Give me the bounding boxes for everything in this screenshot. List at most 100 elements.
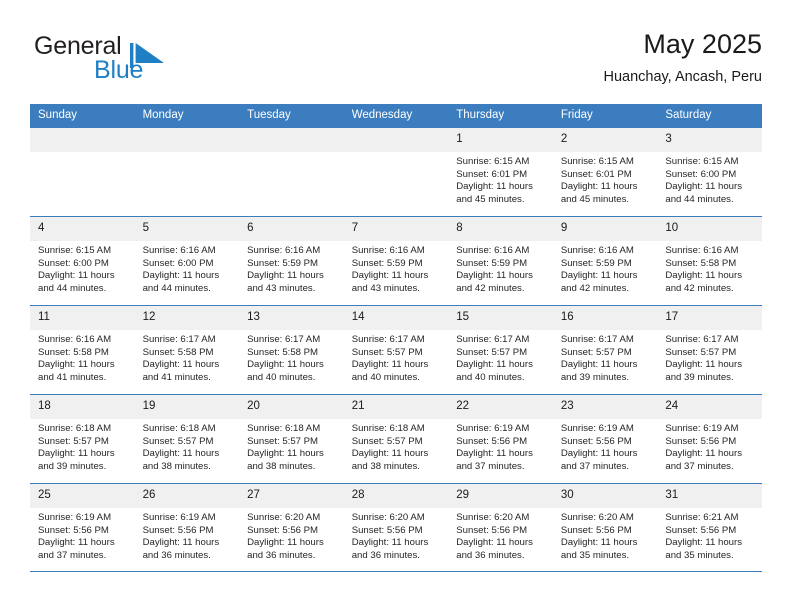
day-details: Sunrise: 6:16 AM Sunset: 5:59 PM Daylight:… bbox=[553, 241, 658, 295]
daylight-text-line1: Daylight: 11 hours bbox=[456, 181, 533, 193]
day-details: Sunrise: 6:16 AM Sunset: 5:59 PM Daylight:… bbox=[448, 241, 553, 295]
calendar-day-cell[interactable]: 27 Sunrise: 6:20 AM Sunset: 5:56 PM Dayligh… bbox=[239, 483, 344, 572]
sunset-text: Sunset: 5:56 PM bbox=[560, 435, 632, 447]
sunset-text: Sunset: 5:59 PM bbox=[560, 257, 632, 269]
daylight-text-line1: Daylight: 11 hours bbox=[665, 537, 742, 549]
sunset-text: Sunset: 5:56 PM bbox=[665, 435, 737, 447]
brand-logo[interactable]: General Blue bbox=[34, 32, 234, 94]
sunset-text: Sunset: 5:56 PM bbox=[142, 524, 214, 536]
daylight-text-line1: Daylight: 11 hours bbox=[351, 270, 429, 282]
calendar-week-row: 4 Sunrise: 6:15 AM Sunset: 6:00 PM Daylight… bbox=[30, 216, 762, 306]
day-number: 5 bbox=[134, 217, 240, 241]
calendar-day-cell[interactable]: 25 Sunrise: 6:19 AM Sunset: 5:56 PM Dayligh… bbox=[30, 483, 135, 572]
calendar-day-cell[interactable]: 30 Sunrise: 6:20 AM Sunset: 5:56 PM Dayligh… bbox=[552, 483, 658, 572]
calendar-week-row: 11 Sunrise: 6:16 AM Sunset: 5:58 PM Dayligh… bbox=[30, 305, 762, 395]
calendar-week-row: 25 Sunrise: 6:19 AM Sunset: 5:56 PM Dayligh… bbox=[30, 483, 762, 572]
calendar-day-cell[interactable]: 19 Sunrise: 6:18 AM Sunset: 5:57 PM Dayligh… bbox=[134, 394, 240, 484]
day-number: 17 bbox=[657, 306, 762, 330]
daylight-text-line1: Daylight: 11 hours bbox=[351, 359, 429, 371]
calendar-day-cell[interactable]: 6 Sunrise: 6:16 AM Sunset: 5:59 PM Daylight… bbox=[239, 216, 344, 306]
sunset-text: Sunset: 5:58 PM bbox=[665, 257, 737, 269]
calendar-day-cell[interactable]: 7 Sunrise: 6:16 AM Sunset: 5:59 PM Daylight… bbox=[343, 216, 449, 306]
day-details: Sunrise: 6:15 AM Sunset: 6:00 PM Daylight:… bbox=[657, 152, 762, 206]
calendar-day-cell[interactable]: 29 Sunrise: 6:20 AM Sunset: 5:56 PM Dayligh… bbox=[448, 483, 553, 572]
calendar-day-cell[interactable]: 28 Sunrise: 6:20 AM Sunset: 5:56 PM Dayligh… bbox=[343, 483, 449, 572]
sunset-text: Sunset: 5:58 PM bbox=[247, 346, 319, 358]
daylight-text-line2: and 41 minutes. bbox=[38, 371, 107, 383]
day-details: Sunrise: 6:15 AM Sunset: 6:00 PM Daylight:… bbox=[30, 241, 135, 295]
daylight-text-line1: Daylight: 11 hours bbox=[560, 181, 638, 193]
sunrise-text: Sunrise: 6:18 AM bbox=[247, 423, 321, 434]
calendar-day-cell[interactable] bbox=[134, 127, 240, 217]
calendar-day-cell[interactable]: 15 Sunrise: 6:17 AM Sunset: 5:57 PM Dayligh… bbox=[448, 305, 553, 395]
calendar-day-cell[interactable]: 14 Sunrise: 6:17 AM Sunset: 5:57 PM Dayligh… bbox=[343, 305, 449, 395]
calendar-day-cell[interactable]: 24 Sunrise: 6:19 AM Sunset: 5:56 PM Dayligh… bbox=[657, 394, 762, 484]
sunset-text: Sunset: 5:57 PM bbox=[351, 346, 423, 358]
day-number: 18 bbox=[30, 395, 135, 419]
daylight-text-line2: and 37 minutes. bbox=[665, 460, 734, 472]
daylight-text-line2: and 44 minutes. bbox=[38, 282, 107, 294]
calendar-day-cell[interactable]: 8 Sunrise: 6:16 AM Sunset: 5:59 PM Daylight… bbox=[448, 216, 553, 306]
weekday-header-friday: Friday bbox=[552, 104, 658, 128]
day-number: 20 bbox=[239, 395, 344, 419]
daylight-text-line2: and 42 minutes. bbox=[665, 282, 734, 294]
calendar-day-cell[interactable]: 31 Sunrise: 6:21 AM Sunset: 5:56 PM Dayligh… bbox=[657, 483, 762, 572]
sunset-text: Sunset: 6:00 PM bbox=[665, 168, 737, 180]
daylight-text-line2: and 37 minutes. bbox=[456, 460, 525, 472]
calendar-week-row: 18 Sunrise: 6:18 AM Sunset: 5:57 PM Dayligh… bbox=[30, 394, 762, 484]
daylight-text-line1: Daylight: 11 hours bbox=[351, 537, 429, 549]
calendar-day-cell[interactable] bbox=[30, 127, 135, 217]
day-number: 19 bbox=[134, 395, 240, 419]
sunset-text: Sunset: 5:58 PM bbox=[38, 346, 109, 358]
calendar-day-cell[interactable]: 17 Sunrise: 6:17 AM Sunset: 5:57 PM Dayligh… bbox=[657, 305, 762, 395]
calendar-day-cell[interactable]: 20 Sunrise: 6:18 AM Sunset: 5:57 PM Dayligh… bbox=[239, 394, 344, 484]
day-number bbox=[30, 128, 135, 152]
daylight-text-line1: Daylight: 11 hours bbox=[247, 270, 324, 282]
sunset-text: Sunset: 5:57 PM bbox=[247, 435, 319, 447]
calendar-day-cell[interactable]: 2 Sunrise: 6:15 AM Sunset: 6:01 PM Daylight… bbox=[552, 127, 658, 217]
calendar-day-cell[interactable]: 5 Sunrise: 6:16 AM Sunset: 6:00 PM Daylight… bbox=[134, 216, 240, 306]
calendar-day-cell[interactable]: 4 Sunrise: 6:15 AM Sunset: 6:00 PM Daylight… bbox=[30, 216, 135, 306]
calendar-day-cell[interactable] bbox=[239, 127, 344, 217]
sunrise-text: Sunrise: 6:16 AM bbox=[38, 334, 112, 345]
daylight-text-line2: and 38 minutes. bbox=[247, 460, 316, 472]
calendar-body: 1 Sunrise: 6:15 AM Sunset: 6:01 PM Daylight… bbox=[30, 127, 762, 572]
calendar-day-cell[interactable]: 11 Sunrise: 6:16 AM Sunset: 5:58 PM Dayligh… bbox=[30, 305, 135, 395]
calendar-day-cell[interactable] bbox=[343, 127, 449, 217]
day-number: 12 bbox=[134, 306, 240, 330]
day-number: 13 bbox=[239, 306, 344, 330]
daylight-text-line1: Daylight: 11 hours bbox=[38, 537, 115, 549]
weekday-header-sunday: Sunday bbox=[30, 104, 135, 128]
sunset-text: Sunset: 5:57 PM bbox=[665, 346, 737, 358]
day-number: 10 bbox=[657, 217, 762, 241]
calendar-day-cell[interactable]: 10 Sunrise: 6:16 AM Sunset: 5:58 PM Dayligh… bbox=[657, 216, 762, 306]
daylight-text-line1: Daylight: 11 hours bbox=[560, 537, 638, 549]
calendar-day-cell[interactable]: 12 Sunrise: 6:17 AM Sunset: 5:58 PM Dayligh… bbox=[134, 305, 240, 395]
day-details: Sunrise: 6:21 AM Sunset: 5:56 PM Daylight:… bbox=[657, 508, 762, 562]
day-details: Sunrise: 6:18 AM Sunset: 5:57 PM Daylight:… bbox=[30, 419, 135, 473]
calendar-day-cell[interactable]: 18 Sunrise: 6:18 AM Sunset: 5:57 PM Dayligh… bbox=[30, 394, 135, 484]
sunrise-text: Sunrise: 6:15 AM bbox=[456, 156, 530, 167]
day-number: 14 bbox=[343, 306, 449, 330]
daylight-text-line1: Daylight: 11 hours bbox=[456, 359, 533, 371]
calendar-day-cell[interactable]: 16 Sunrise: 6:17 AM Sunset: 5:57 PM Dayligh… bbox=[552, 305, 658, 395]
calendar-day-cell[interactable]: 9 Sunrise: 6:16 AM Sunset: 5:59 PM Daylight… bbox=[552, 216, 658, 306]
calendar-day-cell[interactable]: 1 Sunrise: 6:15 AM Sunset: 6:01 PM Daylight… bbox=[448, 127, 553, 217]
day-number: 7 bbox=[343, 217, 449, 241]
calendar-day-cell[interactable]: 23 Sunrise: 6:19 AM Sunset: 5:56 PM Dayligh… bbox=[552, 394, 658, 484]
daylight-text-line2: and 37 minutes. bbox=[38, 549, 107, 561]
daylight-text-line2: and 40 minutes. bbox=[351, 371, 420, 383]
sunrise-text: Sunrise: 6:19 AM bbox=[142, 512, 216, 523]
weekday-header-saturday: Saturday bbox=[657, 104, 762, 128]
calendar-day-cell[interactable]: 3 Sunrise: 6:15 AM Sunset: 6:00 PM Daylight… bbox=[657, 127, 762, 217]
sunset-text: Sunset: 5:56 PM bbox=[560, 524, 632, 536]
calendar-day-cell[interactable]: 21 Sunrise: 6:18 AM Sunset: 5:57 PM Dayligh… bbox=[343, 394, 449, 484]
calendar-day-cell[interactable]: 13 Sunrise: 6:17 AM Sunset: 5:58 PM Dayligh… bbox=[239, 305, 344, 395]
calendar-day-cell[interactable]: 22 Sunrise: 6:19 AM Sunset: 5:56 PM Dayligh… bbox=[448, 394, 553, 484]
day-details: Sunrise: 6:17 AM Sunset: 5:57 PM Daylight:… bbox=[344, 330, 449, 384]
calendar-day-cell[interactable]: 26 Sunrise: 6:19 AM Sunset: 5:56 PM Dayligh… bbox=[134, 483, 240, 572]
triangle-flag-icon bbox=[130, 43, 164, 68]
daylight-text-line2: and 43 minutes. bbox=[247, 282, 316, 294]
daylight-text-line1: Daylight: 11 hours bbox=[560, 448, 638, 460]
daylight-text-line2: and 45 minutes. bbox=[456, 193, 525, 205]
